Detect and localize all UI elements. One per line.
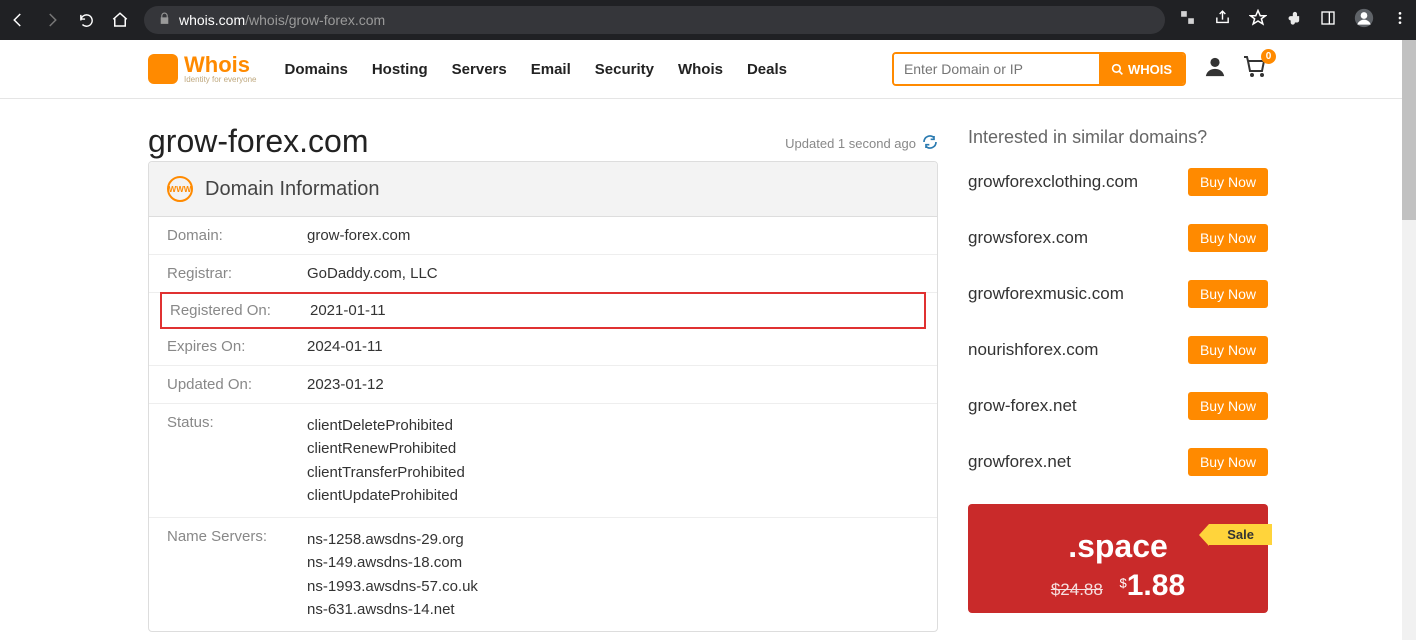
value-updated: 2023-01-12 xyxy=(307,376,384,393)
buy-button[interactable]: Buy Now xyxy=(1188,336,1268,364)
cart-count: 0 xyxy=(1261,49,1276,64)
similar-domain: growforex.net xyxy=(968,452,1071,472)
value-registered: 2021-01-11 xyxy=(310,302,386,319)
row-expires: Expires On: 2024-01-11 xyxy=(149,328,937,366)
profile-icon[interactable] xyxy=(1354,8,1374,33)
nav-servers[interactable]: Servers xyxy=(452,61,507,78)
main-nav: Domains Hosting Servers Email Security W… xyxy=(284,61,787,78)
label-domain: Domain: xyxy=(167,227,307,244)
back-button[interactable] xyxy=(8,10,28,30)
sidepanel-icon[interactable] xyxy=(1320,10,1336,31)
search-input[interactable] xyxy=(894,54,1099,84)
search-button[interactable]: WHOIS xyxy=(1099,54,1184,84)
similar-row: growforexclothing.com Buy Now xyxy=(968,168,1268,196)
similar-title: Interested in similar domains? xyxy=(968,127,1268,148)
similar-row: nourishforex.com Buy Now xyxy=(968,336,1268,364)
url-text: whois.com/whois/grow-forex.com xyxy=(179,12,385,28)
menu-icon[interactable] xyxy=(1392,10,1408,31)
promo-old-price: $24.88 xyxy=(1051,580,1103,599)
sale-tag: Sale xyxy=(1209,524,1272,545)
bookmark-star-icon[interactable] xyxy=(1249,9,1267,32)
home-button[interactable] xyxy=(110,10,130,30)
address-bar[interactable]: whois.com/whois/grow-forex.com xyxy=(144,6,1165,34)
nav-security[interactable]: Security xyxy=(595,61,654,78)
buy-button[interactable]: Buy Now xyxy=(1188,280,1268,308)
scrollbar[interactable] xyxy=(1402,40,1416,640)
lock-icon xyxy=(158,12,171,28)
value-ns: ns-1258.awsdns-29.org ns-149.awsdns-18.c… xyxy=(307,528,478,621)
share-icon[interactable] xyxy=(1214,9,1231,31)
www-icon: WWW xyxy=(167,176,193,202)
nav-deals[interactable]: Deals xyxy=(747,61,787,78)
similar-row: growsforex.com Buy Now xyxy=(968,224,1268,252)
scrollbar-thumb[interactable] xyxy=(1402,40,1416,220)
label-expires: Expires On: xyxy=(167,338,307,355)
similar-domain: growforexmusic.com xyxy=(968,284,1124,304)
nav-domains[interactable]: Domains xyxy=(284,61,347,78)
row-name-servers: Name Servers: ns-1258.awsdns-29.org ns-1… xyxy=(149,518,937,631)
row-status: Status: clientDeleteProhibited clientRen… xyxy=(149,404,937,518)
card-title: Domain Information xyxy=(205,178,380,201)
similar-row: growforexmusic.com Buy Now xyxy=(968,280,1268,308)
value-expires: 2024-01-11 xyxy=(307,338,383,355)
logo-mark-icon xyxy=(148,54,178,84)
extensions-icon[interactable] xyxy=(1285,9,1302,31)
label-ns: Name Servers: xyxy=(167,528,307,621)
label-status: Status: xyxy=(167,414,307,507)
row-registered-on: Registered On: 2021-01-11 xyxy=(160,292,926,329)
label-registrar: Registrar: xyxy=(167,265,307,282)
logo-text: Whois xyxy=(184,54,256,76)
cart-icon[interactable]: 0 xyxy=(1242,55,1268,84)
refresh-icon[interactable] xyxy=(922,134,938,153)
browser-toolbar: whois.com/whois/grow-forex.com xyxy=(0,0,1416,40)
site-header: Whois Identity for everyone Domains Host… xyxy=(0,40,1416,99)
similar-domain: grow-forex.net xyxy=(968,396,1077,416)
buy-button[interactable]: Buy Now xyxy=(1188,392,1268,420)
value-domain: grow-forex.com xyxy=(307,227,410,244)
buy-button[interactable]: Buy Now xyxy=(1188,448,1268,476)
row-registrar: Registrar: GoDaddy.com, LLC xyxy=(149,255,937,293)
buy-button[interactable]: Buy Now xyxy=(1188,224,1268,252)
similar-row: grow-forex.net Buy Now xyxy=(968,392,1268,420)
row-updated: Updated On: 2023-01-12 xyxy=(149,366,937,404)
promo-new-price: $1.88 xyxy=(1120,578,1186,600)
similar-row: growforex.net Buy Now xyxy=(968,448,1268,476)
nav-hosting[interactable]: Hosting xyxy=(372,61,428,78)
logo-tagline: Identity for everyone xyxy=(184,76,256,84)
updated-text: Updated 1 second ago xyxy=(785,136,916,151)
whois-search: WHOIS xyxy=(892,52,1186,86)
nav-whois[interactable]: Whois xyxy=(678,61,723,78)
value-status: clientDeleteProhibited clientRenewProhib… xyxy=(307,414,465,507)
account-icon[interactable] xyxy=(1204,56,1226,83)
reload-button[interactable] xyxy=(76,10,96,30)
label-registered: Registered On: xyxy=(170,302,310,319)
value-registrar: GoDaddy.com, LLC xyxy=(307,265,438,282)
search-button-label: WHOIS xyxy=(1128,62,1172,77)
label-updated: Updated On: xyxy=(167,376,307,393)
similar-domain: growsforex.com xyxy=(968,228,1088,248)
promo-banner[interactable]: Sale .space $24.88 $1.88 xyxy=(968,504,1268,613)
logo[interactable]: Whois Identity for everyone xyxy=(148,54,256,84)
nav-email[interactable]: Email xyxy=(531,61,571,78)
translate-icon[interactable] xyxy=(1179,9,1196,31)
similar-domain: nourishforex.com xyxy=(968,340,1098,360)
similar-domain: growforexclothing.com xyxy=(968,172,1138,192)
domain-info-card: WWW Domain Information Domain: grow-fore… xyxy=(148,161,938,632)
row-domain: Domain: grow-forex.com xyxy=(149,217,937,255)
forward-button[interactable] xyxy=(42,10,62,30)
search-icon xyxy=(1111,63,1124,76)
buy-button[interactable]: Buy Now xyxy=(1188,168,1268,196)
